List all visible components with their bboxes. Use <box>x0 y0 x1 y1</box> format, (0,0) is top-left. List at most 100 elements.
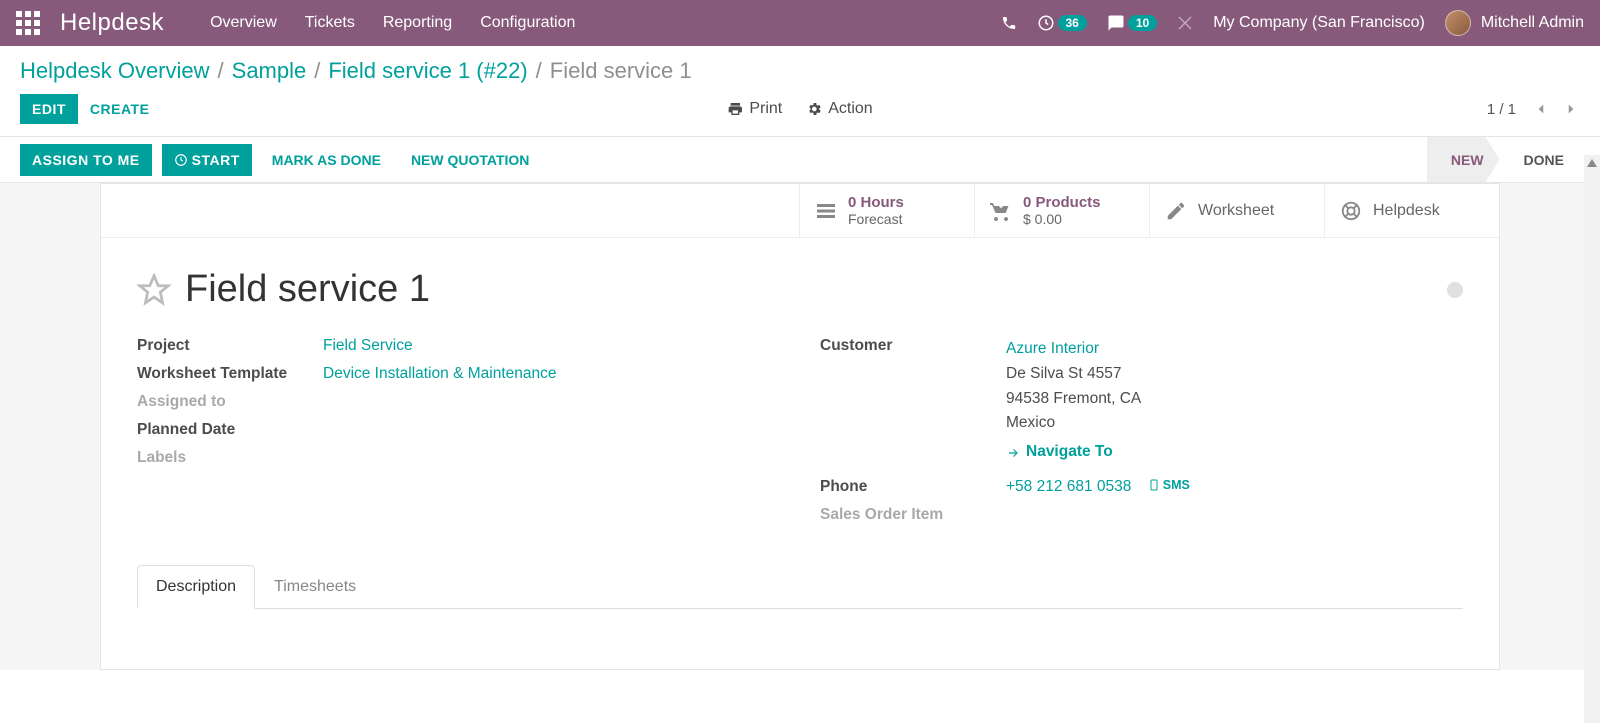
company-switcher[interactable]: My Company (San Francisco) <box>1213 14 1425 32</box>
status-done[interactable]: DONE <box>1500 137 1580 182</box>
navigate-to-label: Navigate To <box>1026 440 1113 465</box>
control-right: 1 / 1 <box>1487 100 1580 118</box>
breadcrumb-current: Field service 1 <box>550 58 692 84</box>
address-line-2: 94538 Fremont, CA <box>1006 387 1141 412</box>
nav-overview[interactable]: Overview <box>196 14 291 32</box>
activity-count-badge: 36 <box>1058 15 1087 31</box>
status-new[interactable]: NEW <box>1427 137 1500 182</box>
planned-date-label: Planned Date <box>137 421 323 439</box>
stat-hours-line1: 0 Hours <box>848 194 904 211</box>
right-column: Customer Azure Interior De Silva St 4557… <box>820 337 1463 534</box>
action-menu[interactable]: Action <box>806 100 872 118</box>
customer-name-link[interactable]: Azure Interior <box>1006 340 1099 357</box>
form-sheet: 0 Hours Forecast 0 Products $ 0.00 Wo <box>100 183 1500 670</box>
breadcrumb-sample[interactable]: Sample <box>232 58 307 84</box>
breadcrumb-sep: / <box>314 58 320 84</box>
stat-buttons: 0 Hours Forecast 0 Products $ 0.00 Wo <box>101 184 1499 238</box>
chevron-up-icon <box>1587 159 1597 167</box>
action-bar: ASSIGN TO ME START MARK AS DONE NEW QUOT… <box>0 137 1600 183</box>
tabbar: Description Timesheets <box>137 564 1463 609</box>
action-bar-left: ASSIGN TO ME START MARK AS DONE NEW QUOT… <box>20 144 539 176</box>
header-left: Helpdesk Overview Tickets Reporting Conf… <box>16 9 589 37</box>
header-nav: Overview Tickets Reporting Configuration <box>196 14 589 32</box>
gear-icon <box>806 101 822 117</box>
chevron-left-icon <box>1532 100 1550 118</box>
scrollbar[interactable] <box>1584 155 1600 723</box>
nav-reporting[interactable]: Reporting <box>369 14 466 32</box>
pager-count[interactable]: 1 / 1 <box>1487 101 1516 118</box>
customer-block: Azure Interior De Silva St 4557 94538 Fr… <box>1006 337 1141 468</box>
stat-products[interactable]: 0 Products $ 0.00 <box>974 184 1149 237</box>
arrow-right-icon <box>1006 446 1020 460</box>
nav-configuration[interactable]: Configuration <box>466 14 589 32</box>
print-menu[interactable]: Print <box>727 100 782 118</box>
stat-helpdesk-label: Helpdesk <box>1373 202 1440 220</box>
worksheet-template-label: Worksheet Template <box>137 365 323 383</box>
clock-icon <box>174 153 188 167</box>
nav-tickets[interactable]: Tickets <box>291 14 369 32</box>
pager-arrows <box>1532 100 1580 118</box>
printer-icon <box>727 101 743 117</box>
app-title: Helpdesk <box>60 9 164 37</box>
phone-value-link[interactable]: +58 212 681 0538 <box>1006 478 1131 495</box>
lifebuoy-icon <box>1339 199 1363 223</box>
mark-as-done-button[interactable]: MARK AS DONE <box>262 144 391 176</box>
header-right: 36 10 My Company (San Francisco) Mitchel… <box>1001 10 1585 36</box>
assign-to-me-button[interactable]: ASSIGN TO ME <box>20 144 152 176</box>
phone-icon[interactable] <box>1001 15 1017 31</box>
user-menu[interactable]: Mitchell Admin <box>1445 10 1584 36</box>
pager-prev[interactable] <box>1532 100 1550 118</box>
debug-icon[interactable] <box>1177 15 1193 31</box>
activity-indicator[interactable]: 36 <box>1037 14 1087 32</box>
tab-timesheets[interactable]: Timesheets <box>255 565 375 609</box>
apps-icon[interactable] <box>16 11 40 35</box>
tab-description[interactable]: Description <box>137 565 255 609</box>
breadcrumb-row: Helpdesk Overview / Sample / Field servi… <box>0 46 1600 84</box>
tab-content-area <box>101 609 1499 669</box>
sms-button[interactable]: SMS <box>1148 478 1190 492</box>
statusbar: NEW DONE <box>1427 137 1580 182</box>
star-toggle[interactable] <box>137 273 171 307</box>
start-button[interactable]: START <box>162 144 252 176</box>
discuss-indicator[interactable]: 10 <box>1107 14 1157 32</box>
control-center: Print Action <box>727 100 872 118</box>
create-button[interactable]: CREATE <box>78 94 162 124</box>
left-column: Project Field Service Worksheet Template… <box>137 337 780 534</box>
worksheet-template-value-link[interactable]: Device Installation & Maintenance <box>323 365 557 382</box>
avatar <box>1445 10 1471 36</box>
breadcrumb-ticket[interactable]: Field service 1 (#22) <box>328 58 527 84</box>
breadcrumb-overview[interactable]: Helpdesk Overview <box>20 58 210 84</box>
pencil-icon <box>1164 199 1188 223</box>
title-row: Field service 1 <box>101 238 1499 321</box>
stat-helpdesk[interactable]: Helpdesk <box>1324 184 1499 237</box>
pager-next[interactable] <box>1562 100 1580 118</box>
edit-button[interactable]: EDIT <box>20 94 78 124</box>
app-header: Helpdesk Overview Tickets Reporting Conf… <box>0 0 1600 46</box>
breadcrumb: Helpdesk Overview / Sample / Field servi… <box>20 58 1580 84</box>
sheet-wrap: 0 Hours Forecast 0 Products $ 0.00 Wo <box>0 183 1600 670</box>
fields: Project Field Service Worksheet Template… <box>101 321 1499 564</box>
stat-hours[interactable]: 0 Hours Forecast <box>799 184 974 237</box>
navigate-to-button[interactable]: Navigate To <box>1006 440 1113 465</box>
project-label: Project <box>137 337 323 355</box>
print-label: Print <box>749 100 782 118</box>
assigned-to-label: Assigned to <box>137 393 323 411</box>
color-dot[interactable] <box>1447 282 1463 298</box>
stat-hours-line2: Forecast <box>848 211 904 227</box>
control-row: EDIT CREATE Print Action 1 / 1 <box>0 84 1600 137</box>
breadcrumb-sep: / <box>536 58 542 84</box>
sms-icon <box>1148 479 1160 491</box>
project-value-link[interactable]: Field Service <box>323 337 413 354</box>
sales-order-item-label: Sales Order Item <box>820 506 1006 524</box>
star-icon <box>137 273 171 307</box>
start-label: START <box>192 152 240 168</box>
stat-worksheet[interactable]: Worksheet <box>1149 184 1324 237</box>
new-quotation-button[interactable]: NEW QUOTATION <box>401 144 539 176</box>
breadcrumb-sep: / <box>218 58 224 84</box>
cart-icon <box>989 199 1013 223</box>
record-title: Field service 1 <box>185 268 430 311</box>
address-line-1: De Silva St 4557 <box>1006 362 1141 387</box>
sms-label: SMS <box>1163 478 1190 492</box>
stat-products-line1: 0 Products <box>1023 194 1101 211</box>
user-name: Mitchell Admin <box>1481 14 1584 32</box>
